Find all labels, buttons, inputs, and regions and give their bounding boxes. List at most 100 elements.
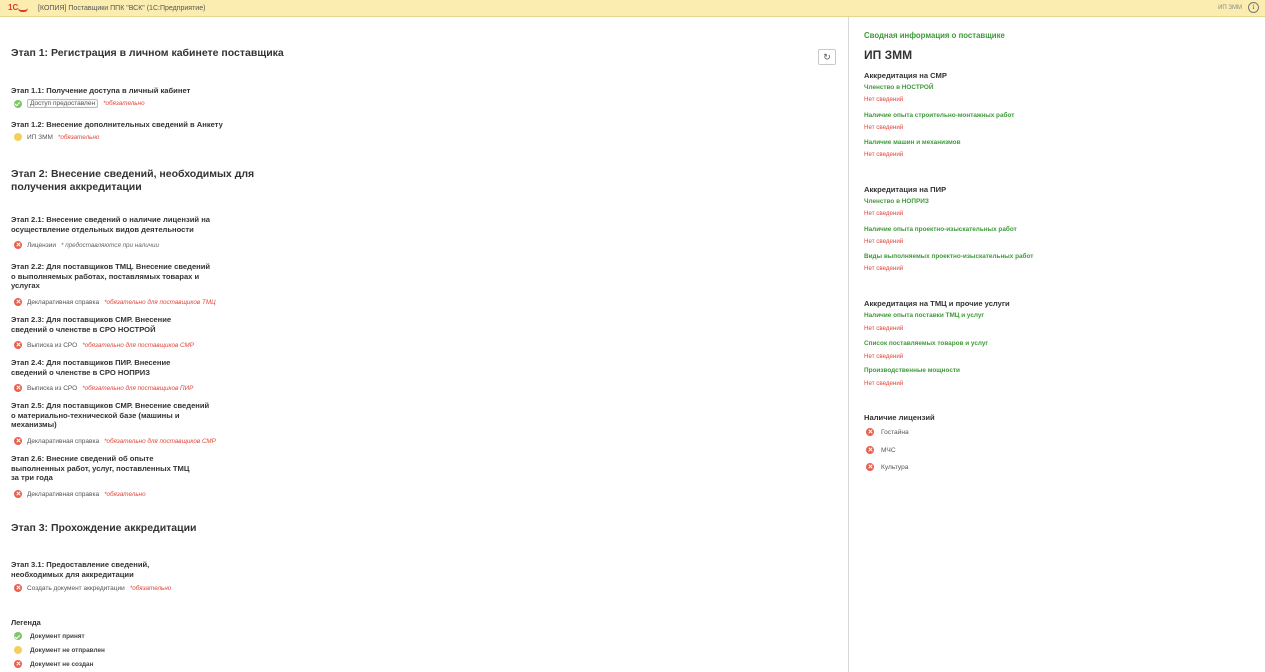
create-accreditation-link[interactable]: Создать документ аккредитации [27, 585, 125, 592]
stage2-3-title: Этап 2.3: Для поставщиков СМР. Внесение … [11, 315, 171, 334]
status-not-created-icon [14, 341, 22, 349]
pir-item-value: Нет сведений [864, 265, 904, 272]
required-note: *обязательно [129, 584, 172, 592]
smr-item-value: Нет сведений [864, 96, 904, 103]
smr-item-label[interactable]: Наличие машин и механизмов [864, 139, 961, 146]
title-line: выполненных работ, услуг, поставленных Т… [11, 463, 190, 473]
status-not-created-icon [14, 298, 22, 306]
required-note: *обязательно [104, 490, 146, 498]
license-label: Культура [881, 463, 909, 471]
required-note: *обязательно [57, 133, 100, 141]
status-not-sent-icon [14, 133, 22, 141]
stage3-1-status: Создать документ аккредитации *обязатель… [14, 584, 171, 592]
pir-item-label[interactable]: Членство в НОПРИЗ [864, 198, 929, 205]
title-line: Этап 2.6: Внесние сведений об опыте [11, 454, 154, 463]
logo-underline [18, 6, 28, 12]
legend-label: Документ не отправлен [30, 646, 105, 654]
tmc-heading: Аккредитация на ТМЦ и прочие услуги [864, 299, 1010, 308]
stage1-2-link[interactable]: ИП ЗММ [27, 134, 53, 141]
required-note: *обязательно для поставщиков СМР [82, 341, 194, 349]
title-line: механизмы) [11, 420, 57, 429]
tmc-item-label[interactable]: Производственные мощности [864, 367, 960, 374]
required-note: *обязательно для поставщиков ПИР [82, 384, 194, 392]
refresh-icon: ↻ [823, 51, 831, 62]
stage2-title-line: Этап 2: Внесение сведений, необходимых д… [11, 168, 255, 180]
stage2-6-link[interactable]: Декларативная справка [27, 491, 99, 498]
status-not-created-icon [14, 584, 22, 592]
license-row: Культура [866, 463, 908, 471]
license-label: Гостайна [881, 428, 909, 436]
title-line: Этап 2.4: Для поставщиков ПИР. Внесение [11, 358, 171, 367]
stage2-1-title: Этап 2.1: Внесение сведений о наличие ли… [11, 215, 210, 234]
tmc-item-value: Нет сведений [864, 353, 904, 360]
title-line: о выполняемых работах, поставлямых товар… [11, 271, 200, 281]
pir-heading: Аккредитация на ПИР [864, 185, 947, 194]
tmc-item-value: Нет сведений [864, 325, 904, 332]
status-not-created-icon [14, 437, 22, 445]
stage2-5-link[interactable]: Декларативная справка [27, 438, 99, 445]
smr-item-label[interactable]: Наличие опыта строительно-монтажных рабо… [864, 112, 1014, 119]
title-line: сведений о членстве в СРО НОСТРОЙ [11, 324, 156, 334]
pir-item-label[interactable]: Наличие опыта проектно-изыскательных раб… [864, 226, 1017, 233]
stage2-3-link[interactable]: Выписка из СРО [27, 342, 77, 349]
stage2-2-status: Декларативная справка *обязательно для п… [14, 298, 216, 306]
title-line: необходимых для аккредитации [11, 569, 134, 579]
optional-note: * предоставляются при наличии [61, 241, 160, 249]
smr-item-label[interactable]: Членство в НОСТРОЙ [864, 84, 933, 91]
pir-item-label[interactable]: Виды выполняемых проектно-изыскательных … [864, 253, 1033, 260]
title-line: сведений о членстве в СРО НОПРИЗ [11, 367, 150, 377]
window-title: [КОПИЯ] Поставщики ППК "ВСК" (1С:Предпри… [38, 4, 206, 12]
tmc-item-value: Нет сведений [864, 380, 904, 387]
current-user[interactable]: ИП ЗММ [1218, 5, 1242, 11]
smr-heading: Аккредитация на СМР [864, 71, 947, 80]
stage3-1-title: Этап 3.1: Предоставление сведений, необх… [11, 560, 149, 579]
refresh-button[interactable]: ↻ [818, 49, 836, 65]
tmc-item-label[interactable]: Наличие опыта поставки ТМЦ и услуг [864, 312, 984, 319]
stage2-4-status: Выписка из СРО *обязательно для поставщи… [14, 384, 193, 392]
stage2-2-link[interactable]: Декларативная справка [27, 299, 99, 306]
stage2-5-status: Декларативная справка *обязательно для п… [14, 437, 216, 445]
app-logo-icon[interactable]: 1С [8, 3, 30, 13]
summary-title: Сводная информация о поставщике [864, 31, 1005, 40]
info-icon[interactable]: i [1248, 2, 1259, 13]
title-line: Этап 2.2: Для поставщиков ТМЦ. Внесение … [11, 262, 211, 271]
stage2-title-line: получения аккредитации [11, 181, 142, 193]
required-note: *обязательно [103, 100, 145, 107]
stage2-1-status: Лицензии * предоставляются при наличии [14, 241, 159, 249]
stage1-2-title: Этап 1.2: Внесение дополнительных сведен… [11, 120, 223, 129]
stage2-5-title: Этап 2.5: Для поставщиков СМР. Внесение … [11, 401, 209, 430]
pir-item-value: Нет сведений [864, 210, 904, 217]
status-accepted-icon [14, 99, 22, 108]
stage2-title: Этап 2: Внесение сведений, необходимых д… [11, 168, 254, 194]
stage2-4-link[interactable]: Выписка из СРО [27, 385, 77, 392]
stage2-6-status: Декларативная справка *обязательно [14, 490, 146, 498]
required-note: *обязательно для поставщиков СМР [104, 437, 216, 445]
title-bar: 1С [КОПИЯ] Поставщики ППК "ВСК" (1С:Пред… [0, 0, 1265, 17]
title-line: за три года [11, 473, 53, 482]
license-row: Гостайна [866, 428, 909, 436]
legend-not-created: Документ не создан [14, 660, 93, 668]
title-line: Этап 2.1: Внесение сведений о наличие ли… [11, 215, 211, 224]
pir-item-value: Нет сведений [864, 238, 904, 245]
stage2-4-title: Этап 2.4: Для поставщиков ПИР. Внесение … [11, 358, 170, 377]
stage2-1-link[interactable]: Лицензии [27, 242, 56, 249]
accepted-icon [14, 632, 22, 640]
stage1-1-status: Доступ предоставлен *обязательно [14, 99, 145, 108]
stage1-title: Этап 1: Регистрация в личном кабинете по… [11, 47, 284, 59]
license-missing-icon [866, 446, 874, 454]
stage2-6-title: Этап 2.6: Внесние сведений об опыте выпо… [11, 454, 189, 483]
stage2-3-status: Выписка из СРО *обязательно для поставщи… [14, 341, 194, 349]
smr-item-value: Нет сведений [864, 124, 904, 131]
stage1-1-title: Этап 1.1: Получение доступа в личный каб… [11, 86, 191, 95]
tmc-item-label[interactable]: Список поставляемых товаров и услуг [864, 340, 988, 347]
legend-accepted: Документ принят [14, 632, 85, 640]
stage1-1-link[interactable]: Доступ предоставлен [27, 99, 99, 108]
title-line: Этап 3.1: Предоставление сведений, [11, 560, 150, 569]
legend-title: Легенда [11, 618, 41, 627]
legend-label: Документ не создан [30, 660, 94, 668]
title-line: услугах [11, 281, 40, 290]
stage1-2-status: ИП ЗММ *обязательно [14, 133, 99, 141]
summary-panel: Сводная информация о поставщике ИП ЗММ А… [849, 17, 1265, 672]
license-row: МЧС [866, 446, 896, 454]
stages-panel: Этап 1: Регистрация в личном кабинете по… [0, 17, 848, 672]
